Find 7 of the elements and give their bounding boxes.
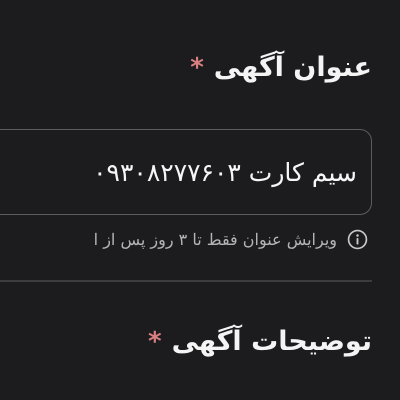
hint-text: ویرایش عنوان فقط تا ۳ روز پس از ا — [94, 230, 337, 249]
field-label: توضیحات آگهی — [172, 326, 372, 356]
info-icon — [347, 229, 368, 250]
input-field[interactable]: سیم کارت ۰۹۳۰۸۲۷۷۶۰۳ — [0, 129, 372, 215]
required-mark: * — [148, 326, 162, 356]
field-label: عنوان آگهی — [214, 52, 372, 83]
required-mark: * — [190, 53, 204, 83]
